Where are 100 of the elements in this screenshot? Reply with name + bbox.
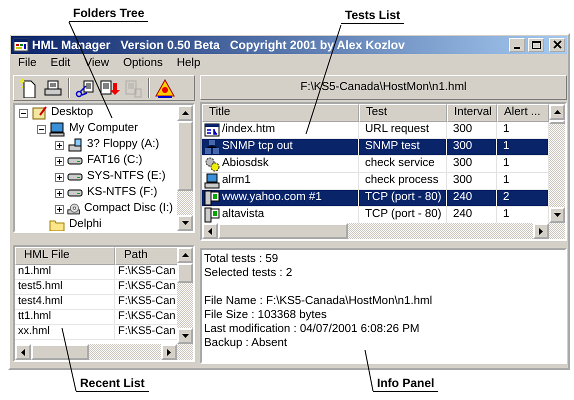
right-arrow-icon bbox=[167, 348, 171, 356]
table-cell: 2 bbox=[497, 190, 549, 207]
table-cell: 300 bbox=[447, 156, 497, 173]
close-button[interactable] bbox=[549, 38, 565, 52]
table-cell: xx.hml bbox=[15, 325, 115, 340]
minimize-icon bbox=[514, 47, 520, 49]
expand-icon[interactable] bbox=[55, 156, 64, 166]
column-header[interactable]: Interval bbox=[447, 104, 497, 122]
table-cell: tt1.hml bbox=[15, 310, 115, 325]
expand-icon[interactable] bbox=[55, 140, 64, 150]
horizontal-scrollbar[interactable] bbox=[15, 344, 193, 360]
info-line: Total tests : 59 bbox=[203, 252, 280, 266]
scroll-left-button[interactable] bbox=[15, 344, 31, 360]
tree-item[interactable]: 3? Floppy (A:) bbox=[87, 138, 160, 152]
table-cell: test4.hml bbox=[15, 295, 115, 310]
info-line: Backup : Absent bbox=[203, 336, 288, 350]
callout-label: Tests List bbox=[341, 8, 404, 24]
menu-item[interactable]: File bbox=[13, 56, 42, 72]
left-arrow-icon bbox=[21, 348, 25, 356]
leader-line bbox=[62, 328, 76, 392]
callout-label: Folders Tree bbox=[69, 6, 148, 22]
tree-item[interactable]: Delphi bbox=[69, 218, 102, 231]
tree-item[interactable]: SYS-NTFS (E:) bbox=[87, 170, 166, 184]
down-arrow-icon bbox=[554, 213, 560, 217]
table-cell: alrm1 bbox=[222, 174, 251, 188]
column-header[interactable]: Title bbox=[202, 104, 359, 122]
column-header[interactable]: Alert ... bbox=[497, 104, 549, 122]
tree-item[interactable]: Desktop bbox=[51, 106, 94, 120]
down-arrow-icon bbox=[182, 334, 188, 338]
scroll-thumb[interactable] bbox=[549, 120, 565, 124]
vertical-scrollbar[interactable] bbox=[177, 247, 193, 344]
column-header[interactable]: HML File bbox=[15, 247, 115, 265]
table-cell: altavista bbox=[222, 208, 264, 222]
up-arrow-icon bbox=[554, 110, 560, 114]
table-cell: SNMP test bbox=[359, 139, 447, 156]
table-cell: test5.hml bbox=[15, 280, 115, 295]
scroll-up-button[interactable] bbox=[177, 105, 193, 121]
terminal-icon bbox=[204, 207, 220, 223]
terminal-icon bbox=[204, 190, 220, 206]
document-arrow-icon bbox=[98, 78, 120, 98]
maximize-icon bbox=[530, 40, 542, 50]
table-cell: Abiosdsk bbox=[222, 157, 269, 171]
scroll-up-button[interactable] bbox=[177, 247, 193, 263]
scroll-down-button[interactable] bbox=[549, 207, 565, 223]
tree-item[interactable]: Compact Disc (I:) bbox=[84, 202, 173, 216]
table-cell: SNMP tcp out bbox=[222, 140, 293, 154]
computer-icon bbox=[204, 173, 220, 189]
tree-item[interactable]: KS-NTFS (F:) bbox=[87, 186, 158, 200]
scroll-right-button[interactable] bbox=[533, 223, 549, 239]
table-cell: 240 bbox=[447, 190, 497, 207]
info-line: Selected tests : 2 bbox=[203, 266, 294, 280]
tree-item[interactable]: FAT16 (C:) bbox=[87, 154, 142, 168]
horizontal-scrollbar[interactable] bbox=[202, 223, 565, 239]
maximize-button[interactable] bbox=[528, 38, 544, 52]
scroll-up-button[interactable] bbox=[549, 104, 565, 120]
menu-item[interactable]: Options bbox=[118, 56, 168, 72]
scroll-right-button[interactable] bbox=[161, 344, 177, 360]
scroll-thumb[interactable] bbox=[218, 223, 348, 239]
expand-icon[interactable] bbox=[55, 204, 64, 214]
scroll-thumb[interactable] bbox=[177, 121, 193, 191]
toolbar-button[interactable] bbox=[154, 77, 176, 99]
tree-item[interactable]: My Computer bbox=[69, 122, 138, 136]
down-arrow-icon bbox=[182, 221, 188, 225]
info-line: File Size : 103368 bytes bbox=[203, 308, 328, 322]
table-cell: n1.hml bbox=[15, 265, 115, 280]
vertical-scrollbar[interactable] bbox=[549, 104, 565, 223]
gears-icon bbox=[204, 156, 220, 172]
scroll-thumb[interactable] bbox=[31, 344, 89, 360]
scroll-down-button[interactable] bbox=[177, 215, 193, 231]
leader-line bbox=[364, 350, 374, 392]
info-line: File Name : F:\KS5-Canada\HostMon\n1.hml bbox=[203, 294, 434, 308]
scroll-down-button[interactable] bbox=[177, 328, 193, 344]
cd-drive-icon bbox=[67, 201, 80, 217]
expand-icon[interactable] bbox=[55, 188, 64, 198]
column-header[interactable]: Test bbox=[359, 104, 447, 122]
menu-item[interactable]: Help bbox=[172, 56, 206, 72]
callout-label: Info Panel bbox=[373, 376, 438, 392]
printer-icon bbox=[42, 78, 64, 98]
column-header[interactable]: Path bbox=[115, 247, 177, 265]
table-cell: 300 bbox=[447, 139, 497, 156]
desktop-icon bbox=[31, 105, 47, 121]
table-cell: TCP (port - 80) bbox=[359, 190, 447, 207]
table-cell: 1 bbox=[497, 139, 549, 156]
callout-label: Recent List bbox=[76, 376, 149, 392]
vertical-scrollbar[interactable] bbox=[177, 105, 193, 231]
scroll-left-button[interactable] bbox=[202, 223, 218, 239]
info-line: Last modification : 04/07/2001 6:08:26 PM bbox=[203, 322, 420, 336]
network-icon bbox=[204, 139, 220, 155]
minimize-button[interactable] bbox=[509, 38, 525, 52]
close-icon bbox=[552, 40, 562, 50]
expand-icon[interactable] bbox=[55, 172, 64, 182]
menu-item[interactable]: Edit bbox=[46, 56, 76, 72]
right-arrow-icon bbox=[539, 228, 543, 234]
collapse-icon[interactable] bbox=[37, 124, 46, 134]
browser-window-icon bbox=[204, 122, 220, 138]
scroll-thumb[interactable] bbox=[177, 263, 193, 283]
up-arrow-icon bbox=[182, 111, 188, 115]
collapse-icon[interactable] bbox=[19, 108, 28, 118]
up-arrow-icon bbox=[182, 253, 188, 257]
table-cell: check service bbox=[359, 156, 447, 173]
